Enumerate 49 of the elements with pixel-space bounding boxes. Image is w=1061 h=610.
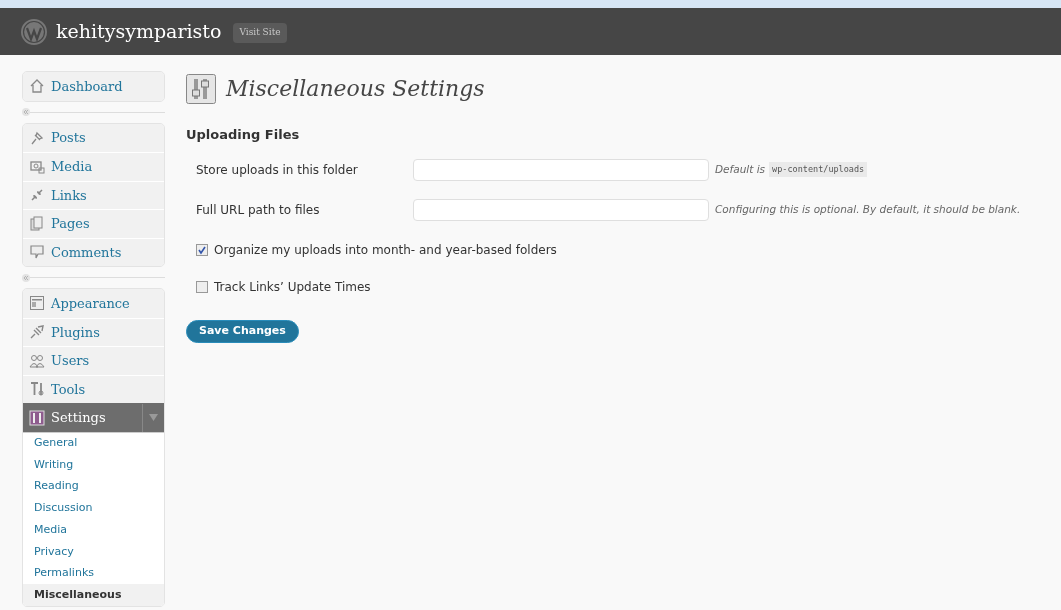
menu-item[interactable]: Dashboard <box>23 72 164 101</box>
tools-icon <box>29 381 45 398</box>
checkbox[interactable] <box>196 280 208 293</box>
section-title: Uploading Files <box>186 126 301 144</box>
settings-sliders-icon <box>186 73 216 104</box>
menu-item[interactable]: Comments <box>23 237 164 266</box>
menu-item[interactable]: Appearance <box>23 289 164 318</box>
submenu-item[interactable]: Miscellaneous <box>23 584 164 606</box>
visit-site-link[interactable]: Visit Site <box>233 23 287 43</box>
page-title: Miscellaneous Settings <box>226 75 485 103</box>
input-field[interactable] <box>413 158 709 181</box>
caret-icon[interactable] <box>149 414 158 422</box>
menu-item[interactable]: Tools <box>23 374 164 403</box>
submenu-item[interactable]: Reading <box>23 475 164 498</box>
people-icon <box>29 352 45 369</box>
site-title[interactable]: kehitysymparisto <box>56 17 222 46</box>
submenu-item[interactable]: Media <box>23 519 164 541</box>
submenu-item[interactable]: Writing <box>23 454 164 476</box>
house-icon <box>29 78 45 95</box>
checkbox-label[interactable]: Organize my uploads into month- and year-based folders <box>214 240 557 259</box>
input-field[interactable] <box>413 198 709 221</box>
pushpin-icon <box>29 129 45 146</box>
menu-item[interactable]: Media <box>23 152 164 181</box>
menu-item[interactable]: Settings <box>23 403 164 432</box>
submenu-item[interactable]: Privacy <box>23 540 164 563</box>
collapse-icon[interactable] <box>22 273 30 282</box>
save-changes-button[interactable]: Save Changes <box>186 319 299 343</box>
speech-bubble-icon <box>29 244 45 261</box>
sliders-icon <box>29 409 45 426</box>
window-icon <box>29 295 45 312</box>
field-hint: Configuring this is optional. By default, it should be blank. <box>715 201 1021 217</box>
collapse-icon[interactable] <box>22 108 30 116</box>
submenu-item[interactable]: General <box>23 432 164 455</box>
logo-icon <box>20 17 48 46</box>
menu-item[interactable]: Plugins <box>23 317 164 346</box>
submenu-item[interactable]: Permalinks <box>23 562 164 585</box>
field-hint: Default is <box>715 161 766 177</box>
camera-icon <box>29 158 45 175</box>
field-label: Full URL path to files <box>196 201 321 219</box>
pages-icon <box>29 215 45 232</box>
checkbox[interactable] <box>196 243 208 256</box>
submenu-item[interactable]: Discussion <box>23 497 164 520</box>
menu-item[interactable]: Posts <box>23 123 164 152</box>
checkbox-label[interactable]: Track Links’ Update Times <box>214 277 371 296</box>
menu-item[interactable]: Users <box>23 346 164 375</box>
code-snippet: wp-content/uploads <box>769 162 868 177</box>
field-label: Store uploads in this folder <box>196 161 359 179</box>
menu-item[interactable]: Links <box>23 180 164 209</box>
menu-item[interactable]: Pages <box>23 209 164 238</box>
